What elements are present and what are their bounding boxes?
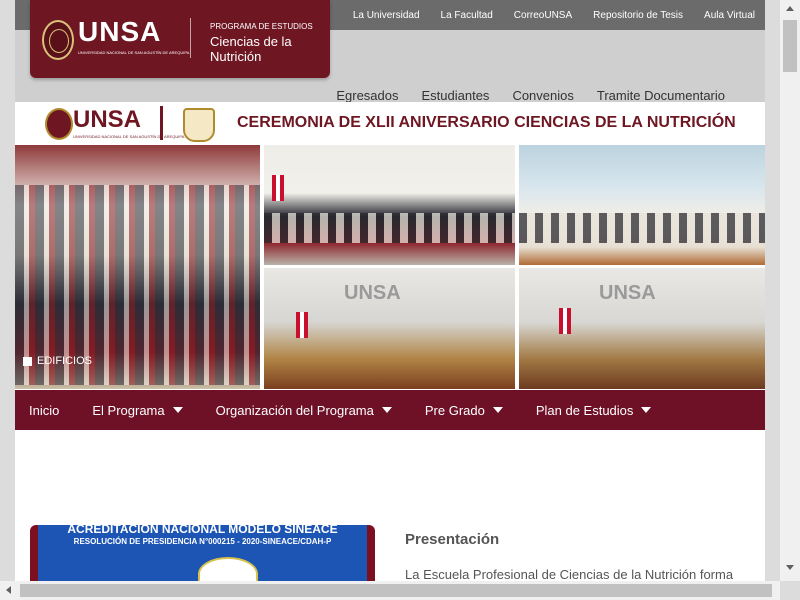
program-name: Ciencias de la Nutrición [210, 34, 292, 64]
main-menu-bar: Inicio El Programa Organización del Prog… [15, 390, 765, 430]
scroll-left-icon[interactable] [6, 586, 11, 594]
menu-el-programa-label: El Programa [92, 402, 165, 418]
caret-down-icon [641, 407, 652, 413]
menu-pre-grado[interactable]: Pre Grado [425, 403, 503, 418]
photo-stage-ceremony[interactable]: UNSA [519, 268, 765, 389]
accreditation-card[interactable]: ACREDITACIÓN NACIONAL MODELO SINEACE RES… [30, 525, 375, 581]
logo-subtext: UNIVERSIDAD NACIONAL DE SAN AGUSTÍN DE A… [78, 50, 190, 55]
photo-group-audience[interactable]: EDIFICIOS [15, 145, 260, 389]
banner-subtext: UNIVERSIDAD NACIONAL DE SAN AGUSTÍN DE A… [73, 134, 185, 139]
menu-organizacion-label: Organización del Programa [215, 402, 374, 418]
program-crest-icon [183, 108, 215, 142]
page-background: La Universidad La Facultad CorreoUNSA Re… [0, 0, 780, 581]
banner-divider [160, 106, 163, 140]
accreditation-resolution: RESOLUCIÓN DE PRESIDENCIA N°000215 - 202… [73, 537, 332, 546]
photo-stage-dance[interactable]: UNSA [264, 268, 515, 389]
vertical-scroll-thumb[interactable] [783, 20, 797, 72]
logo-divider [190, 18, 191, 58]
photo-authorities[interactable] [264, 145, 515, 265]
accreditation-panel: ACREDITACIÓN NACIONAL MODELO SINEACE RES… [38, 525, 367, 581]
accreditation-title: ACREDITACIÓN NACIONAL MODELO SINEACE [67, 525, 338, 536]
banner-title: CEREMONIA DE XLII ANIVERSARIO CIENCIAS D… [237, 114, 736, 131]
scroll-down-icon[interactable] [786, 565, 794, 570]
main-nav: Egresados Estudiantes Convenios Tramite … [336, 88, 725, 103]
vertical-scrollbar[interactable] [780, 0, 800, 581]
topnav-la-facultad[interactable]: La Facultad [441, 10, 493, 21]
site-logo[interactable]: UNSA UNIVERSIDAD NACIONAL DE SAN AGUSTÍN… [30, 0, 330, 78]
horizontal-scrollbar[interactable] [0, 581, 780, 600]
presentation-heading: Presentación [405, 531, 500, 548]
scroll-up-icon[interactable] [786, 6, 794, 11]
caret-down-icon [381, 407, 392, 413]
unsa-seal-icon [42, 20, 74, 60]
menu-el-programa[interactable]: El Programa [92, 402, 183, 418]
stage-logo: UNSA [599, 282, 656, 304]
menu-pre-grado-label: Pre Grado [424, 402, 485, 418]
people-row [264, 213, 515, 243]
topnav-aula-virtual[interactable]: Aula Virtual [704, 10, 755, 21]
topnav-repositorio-tesis[interactable]: Repositorio de Tesis [593, 10, 683, 21]
ceremony-banner: UNSA UNIVERSIDAD NACIONAL DE SAN AGUSTÍN… [15, 102, 765, 144]
menu-organizacion-programa[interactable]: Organización del Programa [216, 403, 392, 418]
topnav-correo-unsa[interactable]: CorreoUNSA [514, 10, 572, 21]
caret-down-icon [492, 407, 503, 413]
caret-down-icon [172, 407, 183, 413]
menu-plan-estudios-label: Plan de Estudios [535, 402, 634, 418]
banner-wordmark: UNSA [73, 106, 142, 133]
nav-tramite-documentario[interactable]: Tramite Documentario [597, 88, 725, 103]
menu-plan-estudios[interactable]: Plan de Estudios [536, 403, 652, 418]
horizontal-scroll-thumb[interactable] [20, 584, 772, 597]
nav-egresados[interactable]: Egresados [336, 88, 398, 103]
stage-logo: UNSA [344, 282, 401, 304]
scrollbar-corner [780, 581, 800, 600]
top-nav: La Universidad La Facultad CorreoUNSA Re… [353, 0, 755, 30]
people-row [519, 213, 765, 243]
main-menu: Inicio El Programa Organización del Prog… [29, 390, 684, 430]
presentation-text: La Escuela Profesional de Ciencias de la… [405, 567, 734, 581]
slide-indicator-icon[interactable] [23, 357, 32, 366]
peru-flag-icon [272, 175, 284, 201]
peru-flag-icon [559, 308, 571, 334]
menu-inicio-label: Inicio [29, 402, 60, 418]
photo-students[interactable] [519, 145, 765, 265]
menu-inicio[interactable]: Inicio [29, 403, 59, 418]
banner-seal-icon [45, 108, 73, 140]
logo-wordmark: UNSA [78, 16, 162, 47]
nav-convenios[interactable]: Convenios [512, 88, 573, 103]
slide-caption: EDIFICIOS [37, 355, 93, 367]
nav-estudiantes[interactable]: Estudiantes [422, 88, 490, 103]
program-label: PROGRAMA DE ESTUDIOS [210, 22, 313, 31]
topnav-la-universidad[interactable]: La Universidad [353, 10, 420, 21]
peru-flag-icon [296, 312, 308, 338]
sineace-badge-icon [198, 557, 258, 581]
